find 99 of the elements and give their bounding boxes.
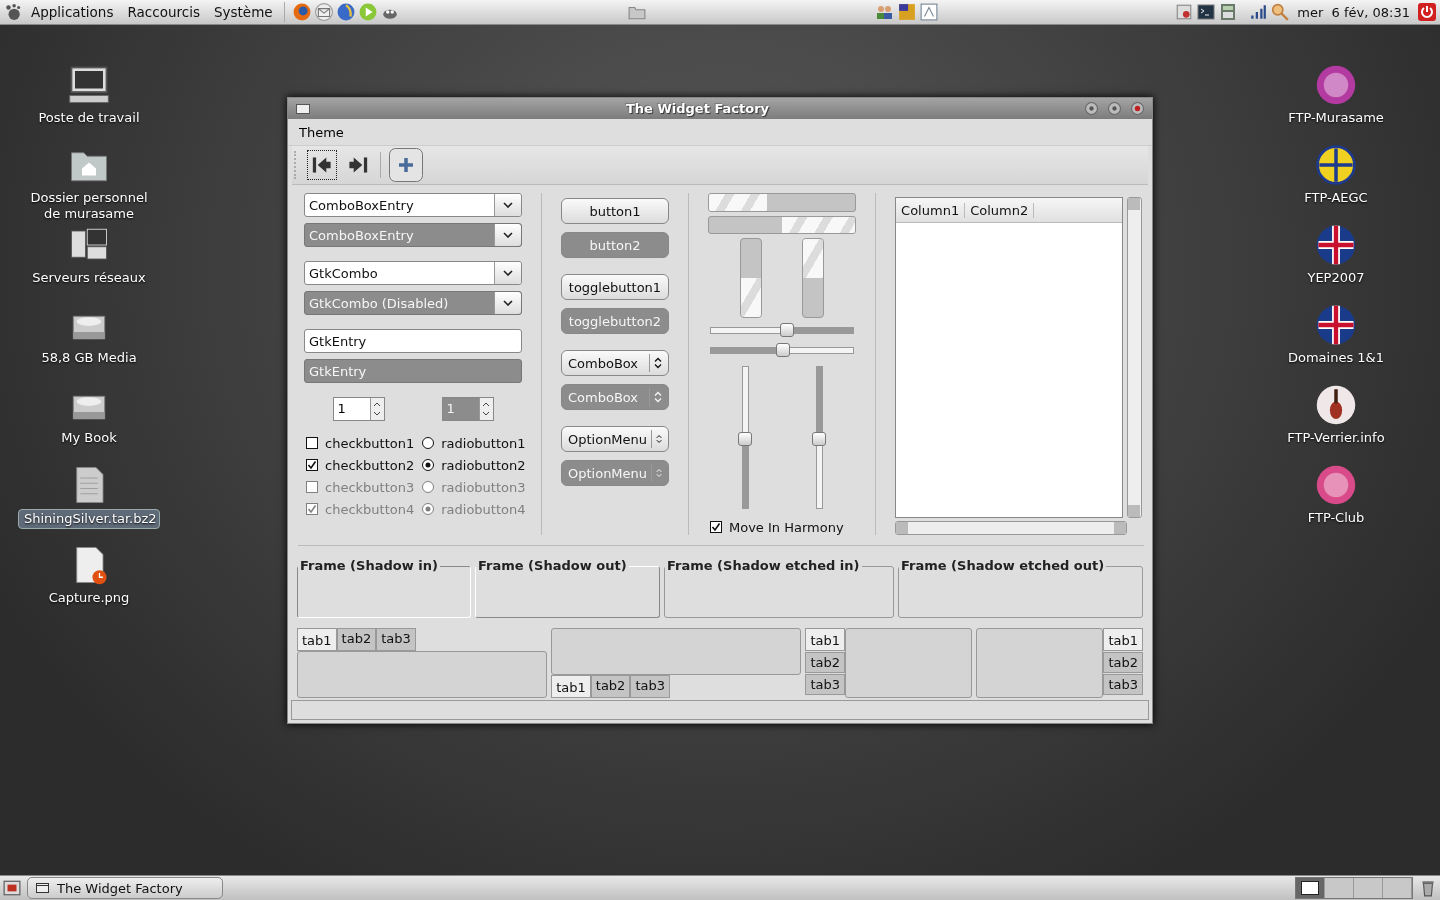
horizontal-slider[interactable] — [709, 342, 855, 358]
desktop-icon-label[interactable]: Capture.png — [43, 589, 135, 607]
spin-button[interactable]: 1 — [332, 397, 385, 421]
vertical-slider[interactable] — [812, 365, 827, 510]
up-down-arrows-icon — [654, 357, 662, 369]
checkbox-label[interactable]: checkbutton1 — [325, 435, 415, 451]
computer-icon[interactable] — [68, 64, 110, 106]
violin-icon[interactable] — [1315, 384, 1357, 426]
combo-box-entry[interactable]: ComboBoxEntry — [304, 193, 522, 217]
tab[interactable]: tab1 — [551, 675, 591, 698]
tab[interactable]: tab2 — [1103, 652, 1143, 673]
frame-label: Frame (Shadow in) — [298, 558, 440, 573]
chevron-down-icon — [503, 300, 513, 306]
flag-icon[interactable] — [1315, 224, 1357, 266]
chevron-down-icon — [503, 202, 513, 208]
people-icon[interactable] — [875, 3, 894, 21]
radio-label[interactable]: radiobutton1 — [441, 435, 526, 451]
tab[interactable]: tab1 — [805, 628, 845, 651]
desktop-icon-label[interactable]: 58,8 GB Media — [36, 349, 142, 367]
tab[interactable]: tab2 — [336, 628, 377, 651]
envelope-icon[interactable] — [314, 3, 333, 21]
menu-item[interactable]: Theme — [292, 124, 351, 140]
chevron-down-icon — [503, 232, 513, 238]
desktop-icon-label[interactable]: Dossier personnel de murasame — [19, 189, 159, 223]
dropdown-button[interactable]: ComboBox — [561, 350, 669, 376]
desktop-icon-label[interactable]: YEP2007 — [1302, 269, 1370, 287]
radio-button[interactable] — [422, 459, 435, 471]
close-button[interactable] — [1131, 102, 1144, 115]
up-down-arrows-icon — [655, 433, 662, 445]
go-first-button[interactable] — [308, 151, 336, 179]
up-down-arrows-icon — [654, 391, 662, 403]
taskbar-button[interactable]: The Widget Factory — [27, 877, 223, 899]
tab[interactable]: tab3 — [376, 628, 416, 651]
round-logo-icon[interactable] — [1315, 64, 1357, 106]
column-header[interactable]: Column1 — [896, 202, 966, 218]
checkbox-label[interactable]: checkbutton2 — [325, 457, 415, 473]
up-down-arrows-icon — [655, 467, 662, 479]
tab[interactable]: tab2 — [590, 675, 631, 698]
clock[interactable]: mer 6 fév, 08:31 — [1293, 4, 1414, 20]
column-header[interactable]: Column2 — [965, 202, 1035, 218]
workspace-button[interactable] — [1296, 878, 1325, 898]
desktop-icon-label[interactable]: Serveurs réseaux — [27, 269, 151, 287]
desktop-icon-label[interactable]: ShiningSilver.tar.bz2 — [18, 509, 160, 529]
emblem-icon[interactable] — [1315, 144, 1357, 186]
window-icon — [36, 883, 49, 893]
round-logo-icon[interactable] — [1315, 464, 1357, 506]
network-icon[interactable] — [919, 3, 938, 21]
tab[interactable]: tab3 — [630, 675, 670, 698]
tab[interactable]: tab2 — [805, 652, 845, 673]
trash-icon[interactable] — [1419, 879, 1437, 897]
horizontal-scrollbar[interactable] — [895, 521, 1128, 535]
chevron-down-icon — [503, 270, 513, 276]
desktop-icon-label[interactable]: FTP-AEGC — [1299, 189, 1373, 207]
tab[interactable]: tab3 — [805, 674, 845, 695]
checkbox-label[interactable]: Move In Harmony — [728, 519, 844, 535]
desktop-icon-label[interactable]: My Book — [56, 429, 122, 447]
desktop-icon-label[interactable]: Domaines 1&1 — [1283, 349, 1389, 367]
foot-icon[interactable] — [4, 3, 22, 21]
globe-icon[interactable] — [336, 3, 355, 21]
desktop-icon-label[interactable]: FTP-Verrier.info — [1282, 429, 1390, 447]
frame-label: Frame (Shadow out) — [476, 558, 629, 573]
calculator-icon[interactable] — [1219, 3, 1238, 21]
horizontal-slider[interactable] — [709, 322, 855, 339]
minimize-button[interactable] — [1085, 102, 1098, 115]
desktop-icon-label[interactable]: Poste de travail — [33, 109, 145, 127]
browser-icon[interactable] — [292, 3, 311, 21]
combo-box-entry[interactable]: GtkCombo — [304, 261, 522, 285]
radio-label[interactable]: radiobutton2 — [441, 457, 526, 473]
dropdown-button[interactable]: OptionMenu — [561, 426, 669, 452]
push-button[interactable]: button1 — [561, 198, 669, 224]
music-box-icon[interactable] — [897, 3, 916, 21]
checkbox[interactable] — [709, 521, 722, 534]
flag-icon[interactable] — [1315, 304, 1357, 346]
add-button[interactable] — [389, 148, 423, 182]
desktop-icon-label[interactable]: FTP-Club — [1302, 509, 1370, 527]
vertical-slider[interactable] — [738, 365, 752, 510]
frame-label: Frame (Shadow etched in) — [665, 558, 862, 573]
terminal-icon[interactable] — [1197, 3, 1216, 21]
toggle-button[interactable]: togglebutton1 — [561, 274, 669, 300]
panel-menu[interactable]: Système — [208, 4, 278, 20]
maximize-button[interactable] — [1108, 102, 1121, 115]
show-desktop-icon[interactable] — [3, 879, 21, 897]
power-icon[interactable] — [1418, 3, 1436, 21]
tab[interactable]: tab3 — [1103, 674, 1143, 695]
radio-button[interactable] — [422, 437, 435, 449]
window-title: The Widget Factory — [624, 101, 771, 116]
text-field[interactable]: GtkEntry — [304, 329, 522, 353]
search-icon[interactable] — [1271, 3, 1290, 21]
panel-menu[interactable]: Raccourcis — [122, 4, 205, 20]
checkbox[interactable] — [306, 459, 318, 471]
checkbox[interactable] — [306, 437, 318, 449]
tab[interactable]: tab1 — [1103, 628, 1143, 651]
tab[interactable]: tab1 — [297, 628, 337, 651]
panel-menu[interactable]: Applications — [26, 4, 119, 20]
desktop-icon-label[interactable]: FTP-Murasame — [1283, 109, 1389, 127]
signal-icon — [1249, 3, 1268, 21]
window-menu-icon[interactable] — [296, 103, 310, 114]
vertical-scrollbar[interactable] — [1127, 197, 1142, 518]
frame-label: Frame (Shadow etched out) — [899, 558, 1107, 573]
